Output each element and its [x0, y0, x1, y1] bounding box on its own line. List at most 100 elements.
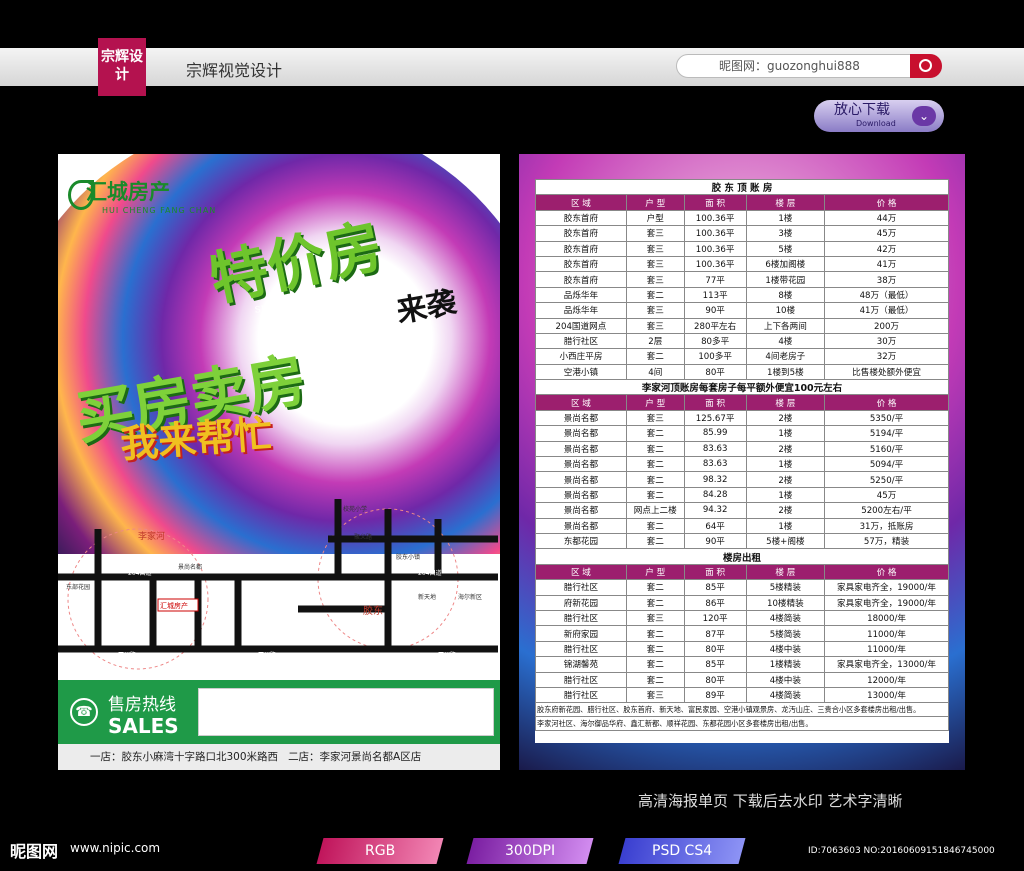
- table-cell: 品烁华年: [535, 286, 627, 304]
- table-cell: 6楼加阁楼: [745, 255, 826, 273]
- table-cell: 45万: [824, 486, 949, 504]
- left-flyer: 汇城房产 HUI CHENG FANG CHAN 特价房 special pri…: [58, 154, 500, 770]
- table-cell: 套二: [625, 456, 685, 473]
- note-row: 胶东府新花园、腊行社区、胶东首府、新天地、富民家园、空港小镇观景房、龙汚山庄、三…: [535, 702, 949, 718]
- table-cell: 86平: [683, 594, 747, 611]
- table-cell: 景尚名都: [535, 486, 627, 504]
- search-icon[interactable]: [910, 54, 942, 78]
- nipic-logo[interactable]: 昵图网: [10, 838, 58, 862]
- table-cell: 胶东首府: [535, 255, 627, 273]
- table-cell: 4楼简装: [745, 609, 826, 627]
- table-cell: 32万: [824, 348, 949, 365]
- table-cell: 套三: [625, 317, 685, 334]
- table-cell: 80平: [683, 671, 747, 688]
- table-row: 景尚名都 套二 83.63 2楼 5160/平: [535, 440, 949, 458]
- sales-number-box: [198, 688, 494, 736]
- table-cell: 小西庄平房: [535, 348, 627, 365]
- table-cell: 280平左右: [683, 317, 747, 334]
- table-cell: 77平: [683, 271, 747, 288]
- table-cell: 100.36平: [683, 240, 747, 257]
- table-row: 景尚名都 套二 83.63 1楼 5094/平: [535, 456, 949, 473]
- table-cell: 200万: [824, 317, 949, 334]
- table-row: 腊行社区 套二 80平 4楼中装 12000/年: [535, 671, 949, 688]
- listing-table-panel: 胶 东 顶 账 房区 域户 型面 积楼 层价 格胶东首府 户型 100.36平 1楼 4…: [535, 178, 949, 743]
- table-cell: 上下各两间: [745, 317, 826, 334]
- table-cell: 90平: [683, 532, 747, 550]
- table-row: 胶东首府 套三 100.36平 5楼 42万: [535, 240, 949, 257]
- table-cell: 腊行社区: [535, 609, 627, 627]
- table-cell: 楼 层: [745, 394, 826, 411]
- table-cell: 套三: [625, 686, 685, 704]
- table-cell: 户 型: [625, 194, 685, 211]
- table-row: 胶东首府 户型 100.36平 1楼 44万: [535, 209, 949, 227]
- table-cell: 套三: [625, 255, 685, 273]
- map-label: 开州路: [118, 651, 136, 659]
- table-cell: 85平: [683, 656, 747, 673]
- table-row: 胶东首府 套三 100.36平 6楼加阁楼 41万: [535, 255, 949, 273]
- table-cell: 5楼: [745, 240, 826, 257]
- address-1: 一店：胶东小麻湾十字路口北300米路西: [90, 751, 279, 763]
- table-cell: 府新花园: [535, 594, 627, 611]
- table-cell: 5350/平: [824, 409, 949, 427]
- table-cell: 80多平: [683, 332, 747, 350]
- map-label: 胶东: [363, 604, 383, 617]
- table-cell: 腊行社区: [535, 686, 627, 704]
- phone-icon: ☎: [70, 698, 98, 726]
- table-cell: 12000/年: [824, 671, 949, 688]
- table-cell: 84.28: [683, 486, 747, 504]
- table-cell: 4楼: [745, 332, 826, 350]
- table-cell: 100.36平: [683, 225, 747, 242]
- table-cell: 1楼: [745, 209, 826, 227]
- table-row: 空港小镇 4间 80平 1楼到5楼 比售楼处额外便宜: [535, 363, 949, 381]
- table-cell: 景尚名都: [535, 471, 627, 488]
- table-cell: 85.99: [683, 425, 747, 442]
- chevron-down-icon[interactable]: ⌄: [912, 106, 936, 126]
- table-row: 腊行社区 套三 89平 4楼简装 13000/年: [535, 686, 949, 704]
- table-cell: 楼 层: [745, 563, 826, 581]
- table-row: 腊行社区 2层 80多平 4楼 30万: [535, 332, 949, 350]
- image-id: ID:7063603 NO:20160609151846745000: [808, 846, 995, 856]
- table-cell: 景尚名都: [535, 456, 627, 473]
- table-row: 新府家园 套二 87平 5楼简装 11000/年: [535, 625, 949, 642]
- table-cell: 5楼+阁楼: [745, 532, 826, 550]
- table-cell: 腊行社区: [535, 332, 627, 350]
- table-cell: 64平: [683, 517, 747, 534]
- table-cell: 41万: [824, 255, 949, 273]
- table-cell: 胶东首府: [535, 225, 627, 242]
- table-cell: 腊行社区: [535, 579, 627, 596]
- table-cell: 45万: [824, 225, 949, 242]
- table-cell: 5楼简装: [745, 625, 826, 642]
- sales-label-en: SALES: [108, 714, 179, 738]
- table-cell: 4间: [625, 363, 685, 381]
- table-row: 景尚名都 套二 84.28 1楼 45万: [535, 486, 949, 504]
- table-cell: 网点上二楼: [625, 502, 685, 519]
- table-cell: 面 积: [683, 394, 747, 411]
- table-cell: 套三: [625, 302, 685, 319]
- table-cell: 8楼: [745, 286, 826, 304]
- table-cell: 景尚名都: [535, 517, 627, 534]
- table-cell: 胶东府新花园、腊行社区、胶东首府、新天地、富民家园、空港小镇观景房、龙汚山庄、三…: [535, 702, 949, 718]
- table-cell: 家具家电齐全，19000/年: [824, 594, 949, 611]
- table-cell: 户 型: [625, 394, 685, 411]
- nipic-url[interactable]: www.nipic.com: [70, 841, 160, 855]
- badge-rgb: RGB: [316, 838, 444, 864]
- table-row: 品烁华年 套三 90平 10楼 41万（最低）: [535, 302, 949, 319]
- map-label: 景尚名都: [178, 563, 202, 571]
- table-cell: 4楼中装: [745, 640, 826, 658]
- table-cell: 套二: [625, 286, 685, 304]
- table-cell: 品烁华年: [535, 302, 627, 319]
- location-map: 李家河 胶东 汇城房产 204国道 204国道 开州路 开州路 开州路 校苑小学…: [58, 499, 498, 670]
- company-name-cn: 汇城房产: [86, 179, 170, 204]
- site-logo[interactable]: 宗辉设计: [98, 38, 146, 96]
- sales-hotline: ☎ 售房热线 SALES: [58, 680, 500, 744]
- table-row: 腊行社区 套三 120平 4楼简装 18000/年: [535, 609, 949, 627]
- table-cell: 楼 层: [745, 194, 826, 211]
- table-cell: 3楼: [745, 225, 826, 242]
- badge-format-label: PSD CS4: [651, 843, 713, 859]
- badge-dpi-label: 300DPI: [504, 843, 556, 859]
- search-input[interactable]: 昵图网：guozonghui888: [676, 54, 942, 78]
- page: 宗辉设计 宗辉视觉设计 昵图网：guozonghui888 放心下载 Downlo…: [0, 0, 1024, 871]
- address-2: 二店：李家河景尚名都A区店: [288, 751, 422, 763]
- map-label: 开州路: [258, 651, 276, 659]
- table-cell: 125.67平: [683, 409, 747, 427]
